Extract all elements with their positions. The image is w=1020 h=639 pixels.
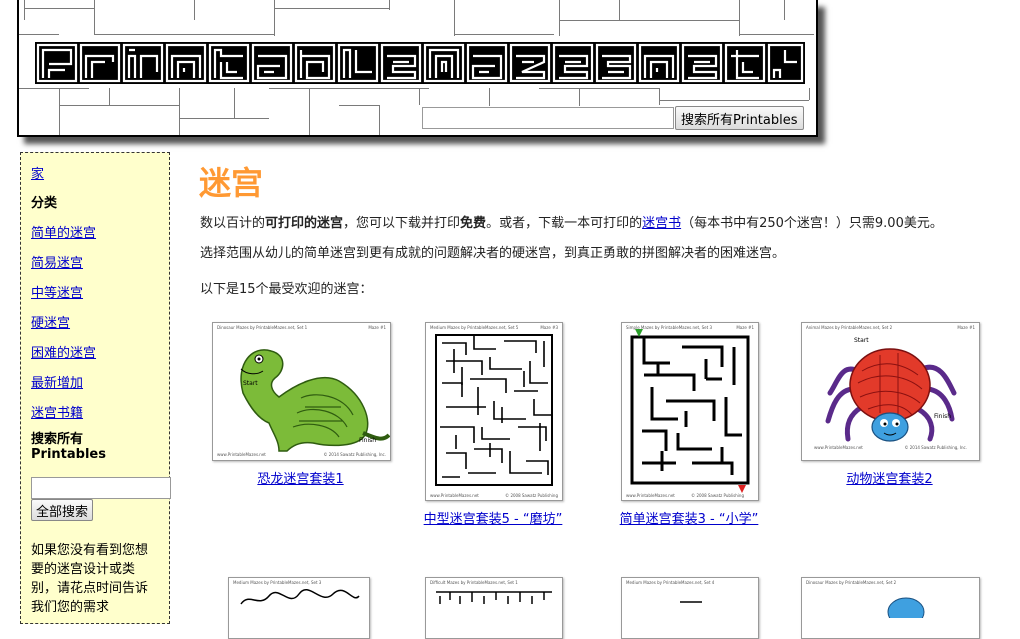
- maze-finish-label: Finish: [359, 437, 377, 444]
- sidebar-link-simple-mazes[interactable]: 简单的迷宫: [31, 222, 96, 241]
- intro-bold-free: 免费: [460, 216, 487, 231]
- maze-sheet-copyright: © 2008 Sawatz Publishing: [691, 493, 744, 498]
- maze-thumbnail-row2-4[interactable]: Dinosaur Mazes by PrintableMazes.net, Se…: [801, 577, 980, 639]
- intro-text: 数以百计的: [200, 216, 266, 231]
- maze-caption-dinosaur-set1[interactable]: 恐龙迷宫套装1: [212, 468, 389, 487]
- maze-sheet-copyright: © 2014 Sawatz Publishing, Inc.: [904, 445, 967, 450]
- search-all-printables-button[interactable]: 搜索所有Printables: [675, 106, 804, 130]
- maze-caption-medium-set5[interactable]: 中型迷宫套装5 - “磨坊”: [405, 508, 581, 527]
- intro-text: ，您可以下载并打印: [343, 216, 461, 231]
- maze-caption-animal-set2[interactable]: 动物迷宫套装2: [801, 468, 978, 487]
- dinosaur-preview-graphic: [887, 597, 925, 618]
- sidebar-heading-search: 搜索所有Printables: [31, 432, 106, 462]
- maze-thumbnail-simple-set3[interactable]: Simple Mazes by PrintableMazes.net, Set …: [621, 322, 759, 501]
- popular-intro: 以下是15个最受欢迎的迷宫：: [200, 282, 373, 297]
- maze-thumbnail-row2-3[interactable]: Medium Mazes by PrintableMazes.net, Set …: [621, 577, 759, 639]
- medium-maze-graphic: [435, 334, 553, 486]
- range-paragraph: 选择范围从幼儿的简单迷宫到更有成就的问题解决者的硬迷宫，到真正勇敢的拼图解决者的…: [200, 246, 786, 261]
- sidebar-heading-categories: 分类: [31, 196, 58, 211]
- intro-text: 。或者，下载一本可打印的: [486, 216, 643, 231]
- spider-maze-graphic: [825, 348, 957, 442]
- sidebar-request-note: 如果您没有看到您想要的迷宫设计或类别，请花点时间告诉我们您的需求: [31, 543, 149, 615]
- intro-bold-printable-mazes: 可打印的迷宫: [265, 216, 344, 231]
- site-search-input[interactable]: [422, 107, 674, 129]
- sidebar-link-newest[interactable]: 最新增加: [31, 372, 83, 391]
- sidebar: 家 分类 简单的迷宫 简易迷宫 中等迷宫 硬迷宫 困难的迷宫 最新增加 迷宫书籍…: [20, 152, 171, 624]
- maze-thumbnail-dinosaur-set1[interactable]: Dinosaur Mazes by PrintableMazes.net, Se…: [212, 322, 391, 461]
- header-banner: 搜索所有Printables: [17, 0, 818, 137]
- maze-thumbnail-medium-set5[interactable]: Medium Mazes by PrintableMazes.net, Set …: [425, 322, 563, 501]
- sidebar-search-all-button[interactable]: 全部搜索: [31, 499, 94, 521]
- maze-preview-graphic: [436, 591, 552, 604]
- maze-preview-graphic: [240, 589, 360, 605]
- maze-sheet-copyright: © 2008 Sawatz Publishing: [505, 493, 558, 498]
- sidebar-link-maze-books[interactable]: 迷宫书籍: [31, 402, 83, 421]
- site-logo[interactable]: [35, 42, 805, 84]
- maze-thumbnail-row2-1[interactable]: Medium Mazes by PrintableMazes.net, Set …: [228, 577, 370, 639]
- page-title: 迷宫: [199, 164, 264, 202]
- maze-preview-graphic: [680, 601, 702, 603]
- maze-book-link[interactable]: 迷宫书: [642, 216, 681, 231]
- sidebar-link-home[interactable]: 家: [31, 163, 44, 182]
- maze-sheet-site: www.PrintableMazes.net: [217, 452, 266, 457]
- sidebar-link-medium-mazes[interactable]: 中等迷宫: [31, 282, 83, 301]
- maze-sheet-site: www.PrintableMazes.net: [430, 493, 479, 498]
- maze-start-label: Start: [243, 380, 258, 387]
- maze-start-label: Start: [854, 337, 869, 344]
- maze-finish-label: Finish: [934, 413, 952, 420]
- maze-caption-simple-set3[interactable]: 简单迷宫套装3 - “小学”: [601, 508, 777, 527]
- sidebar-link-easy-mazes[interactable]: 简易迷宫: [31, 252, 83, 271]
- maze-sheet-site: www.PrintableMazes.net: [626, 493, 675, 498]
- intro-paragraph: 数以百计的可打印的迷宫，您可以下载并打印免费。或者，下载一本可打印的迷宫书（每本…: [200, 212, 943, 231]
- maze-sheet-copyright: © 2014 Sawatz Publishing, Inc.: [323, 452, 386, 457]
- sidebar-search-input[interactable]: [31, 477, 171, 499]
- maze-thumbnail-row2-2[interactable]: Difficult Mazes by PrintableMazes.net, S…: [425, 577, 563, 639]
- logo-maze-letters-graphic: [35, 42, 805, 84]
- sidebar-link-hard-mazes[interactable]: 硬迷宫: [31, 312, 70, 331]
- maze-thumbnail-animal-set2[interactable]: Animal Mazes by PrintableMazes.net, Set …: [801, 322, 980, 461]
- simple-maze-graphic: [630, 329, 750, 493]
- sidebar-link-difficult-mazes[interactable]: 困难的迷宫: [31, 342, 96, 361]
- intro-text: （每本书中有250个迷宫！）只需9.00美元。: [681, 216, 943, 231]
- maze-sheet-site: www.PrintableMazes.net: [814, 445, 863, 450]
